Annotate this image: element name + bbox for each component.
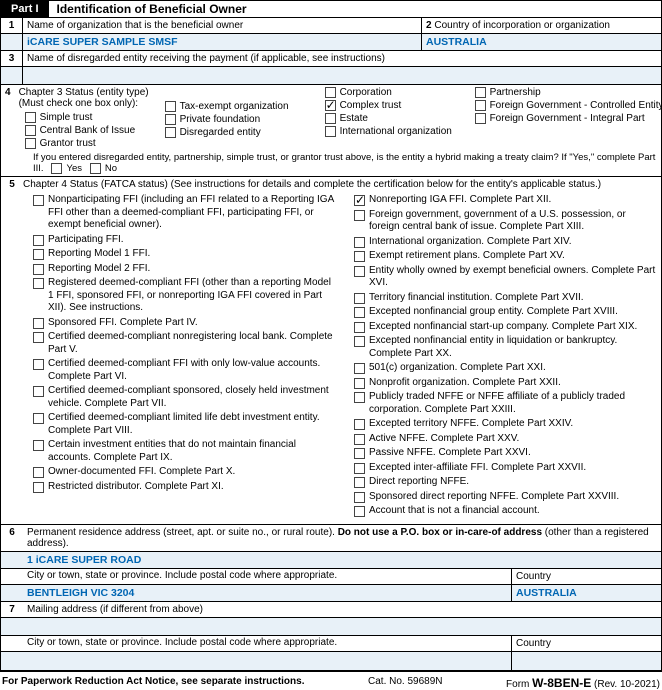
cb-ch4-left-8[interactable] — [33, 386, 44, 397]
cb-fg-integral[interactable] — [475, 113, 486, 124]
cb-ch4-right-9[interactable] — [354, 363, 365, 374]
cb-ch4-right-12[interactable] — [354, 419, 365, 430]
row-6-label: 6 Permanent residence address (street, a… — [1, 525, 661, 552]
row-7-label: 7 Mailing address (if different from abo… — [1, 602, 661, 618]
row-7-address[interactable] — [1, 618, 661, 636]
line-4-label: Chapter 3 Status (entity type) (Must che… — [19, 87, 165, 109]
cb-treaty-yes[interactable] — [51, 163, 62, 174]
cb-ch4-right-10[interactable] — [354, 378, 365, 389]
cb-ch4-left-0[interactable] — [33, 195, 44, 206]
treaty-text: If you entered disregarded entity, partn… — [33, 152, 655, 174]
line-7-num: 7 — [1, 602, 23, 617]
row-6-city-label: City or town, state or province. Include… — [1, 569, 661, 585]
line-5-num: 5 — [1, 177, 23, 524]
cb-ch4-right-1[interactable] — [354, 210, 365, 221]
cb-ch4-right-8[interactable] — [354, 336, 365, 347]
cb-disregarded[interactable] — [165, 127, 176, 138]
cb-private-foundation[interactable] — [165, 114, 176, 125]
country-inc-value[interactable]: AUSTRALIA — [421, 34, 661, 50]
cb-partnership[interactable] — [475, 87, 486, 98]
cb-ch4-left-11[interactable] — [33, 467, 44, 478]
cb-ch4-right-2[interactable] — [354, 237, 365, 248]
line-1-label: Name of organization that is the benefic… — [27, 20, 417, 31]
cb-ch4-left-10[interactable] — [33, 440, 44, 451]
cb-ch4-right-6[interactable] — [354, 307, 365, 318]
part-header: Part I Identification of Beneficial Owne… — [1, 1, 661, 18]
cb-ch4-left-1[interactable] — [33, 235, 44, 246]
perm-country-value[interactable]: AUSTRALIA — [511, 585, 661, 601]
row-6-address[interactable]: 1 iCARE SUPER ROAD — [1, 552, 661, 569]
footer-right: Form W-8BEN-E (Rev. 10-2021) — [506, 676, 660, 690]
row-1-2-values: iCARE SUPER SAMPLE SMSF AUSTRALIA — [1, 34, 661, 51]
cb-simple-trust[interactable] — [25, 112, 36, 123]
org-name-value[interactable]: iCARE SUPER SAMPLE SMSF — [23, 34, 421, 50]
cb-ch4-left-5[interactable] — [33, 318, 44, 329]
cb-ch4-left-12[interactable] — [33, 482, 44, 493]
cb-ch4-right-13[interactable] — [354, 434, 365, 445]
cb-ch4-right-4[interactable] — [354, 266, 365, 277]
page-footer: For Paperwork Reduction Act Notice, see … — [0, 670, 662, 690]
cb-ch4-left-9[interactable] — [33, 413, 44, 424]
row-4-treaty: If you entered disregarded entity, partn… — [1, 151, 661, 177]
cb-ch4-right-5[interactable] — [354, 293, 365, 304]
line-3-num: 3 — [1, 51, 23, 66]
part-tab: Part I — [1, 1, 49, 17]
cb-central-bank[interactable] — [25, 125, 36, 136]
cb-ch4-left-6[interactable] — [33, 332, 44, 343]
cb-ch4-left-4[interactable] — [33, 278, 44, 289]
cb-complex-trust[interactable] — [325, 100, 336, 111]
cb-ch4-left-7[interactable] — [33, 359, 44, 370]
row-1-2: 1 Name of organization that is the benef… — [1, 18, 661, 34]
cb-tax-exempt[interactable] — [165, 101, 176, 112]
line-2-label: Country of incorporation or organization — [434, 20, 610, 31]
cb-ch4-right-16[interactable] — [354, 477, 365, 488]
line-6-num: 6 — [1, 525, 23, 551]
footer-mid: Cat. No. 59689N — [368, 676, 443, 690]
cb-corporation[interactable] — [325, 87, 336, 98]
cb-ch4-right-0[interactable] — [354, 195, 365, 206]
part-title: Identification of Beneficial Owner — [49, 2, 247, 16]
row-7-city-label: City or town, state or province. Include… — [1, 636, 661, 652]
row-7-city-value — [1, 652, 661, 670]
mail-city-value[interactable] — [23, 652, 511, 670]
row-4: 4 Chapter 3 Status (entity type) (Must c… — [1, 85, 661, 151]
cb-ch4-right-17[interactable] — [354, 492, 365, 503]
row-5: 5 Chapter 4 Status (FATCA status) (See i… — [1, 177, 661, 525]
row-3: 3 Name of disregarded entity receiving t… — [1, 51, 661, 67]
line-3-label: Name of disregarded entity receiving the… — [23, 51, 661, 66]
cb-ch4-right-18[interactable] — [354, 506, 365, 517]
cb-intl-org[interactable] — [325, 126, 336, 137]
line-1-num: 1 — [1, 18, 23, 33]
cb-ch4-left-3[interactable] — [33, 264, 44, 275]
row-6-city-value: BENTLEIGH VIC 3204 AUSTRALIA — [1, 585, 661, 602]
cb-ch4-right-3[interactable] — [354, 251, 365, 262]
ch4-left-col: Nonparticipating FFI (including an FFI r… — [23, 192, 336, 520]
ch4-right-col: Nonreporting IGA FFI. Complete Part XII.… — [344, 192, 657, 520]
perm-address-value[interactable]: 1 iCARE SUPER ROAD — [23, 552, 661, 568]
line-2-num: 2 — [426, 20, 432, 31]
cb-ch4-right-15[interactable] — [354, 463, 365, 474]
cb-ch4-right-11[interactable] — [354, 392, 365, 403]
perm-city-value[interactable]: BENTLEIGH VIC 3204 — [23, 585, 511, 601]
footer-left: For Paperwork Reduction Act Notice, see … — [2, 676, 305, 690]
form-w8bene-part1: Part I Identification of Beneficial Owne… — [0, 0, 662, 670]
cb-grantor-trust[interactable] — [25, 138, 36, 149]
cb-ch4-right-7[interactable] — [354, 322, 365, 333]
mail-country-value[interactable] — [511, 652, 661, 670]
cb-ch4-right-14[interactable] — [354, 448, 365, 459]
cb-treaty-no[interactable] — [90, 163, 101, 174]
line-4-num: 4 — [1, 85, 15, 151]
cb-fg-controlled[interactable] — [475, 100, 486, 111]
line-5-label: Chapter 4 Status (FATCA status) (See ins… — [23, 179, 657, 190]
row-3-value[interactable] — [1, 67, 661, 85]
cb-ch4-left-2[interactable] — [33, 249, 44, 260]
cb-estate[interactable] — [325, 113, 336, 124]
